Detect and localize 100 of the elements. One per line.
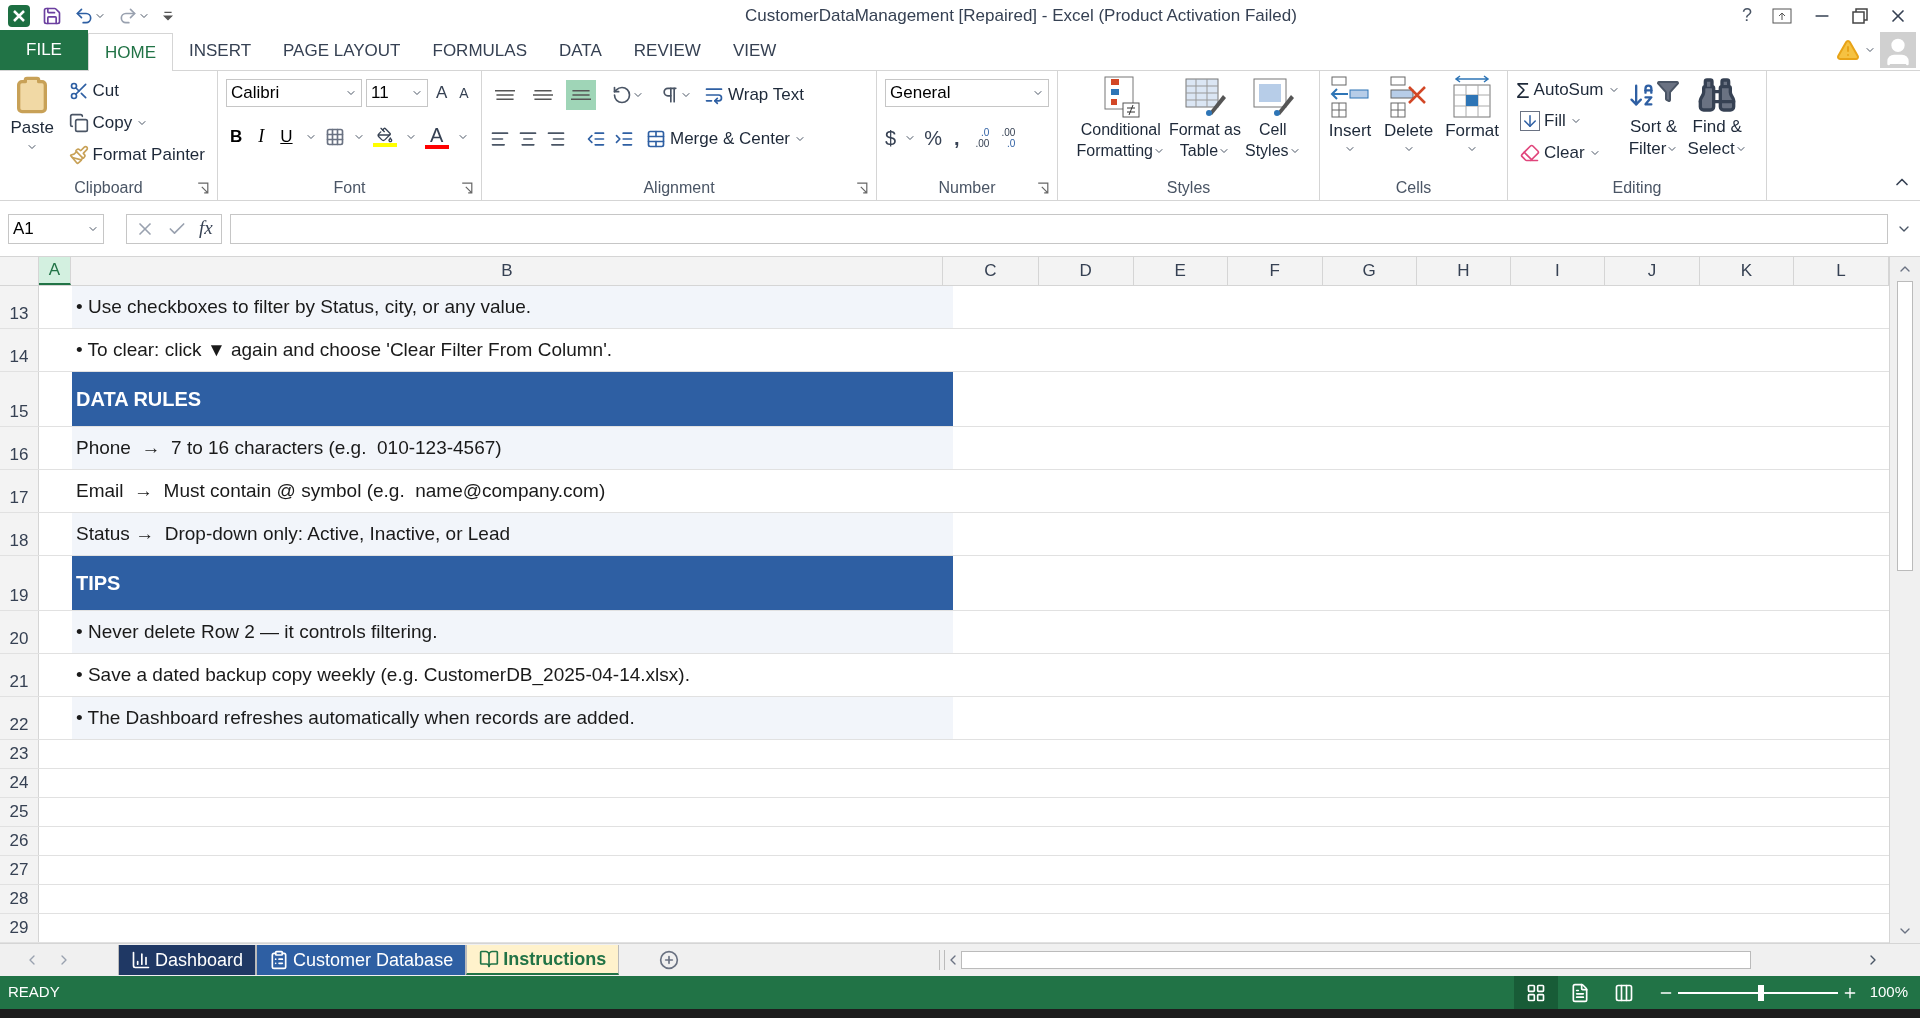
row-header[interactable]: 19 (0, 556, 39, 610)
format-painter-button[interactable]: Format Painter (64, 139, 209, 171)
font-color-button[interactable]: A (424, 124, 449, 149)
column-header[interactable]: G (1322, 257, 1417, 285)
orientation-icon[interactable] (612, 85, 632, 105)
cells-button[interactable]: Insert (1324, 75, 1376, 155)
column-header[interactable]: B (71, 257, 944, 285)
row-header[interactable]: 20 (0, 611, 39, 653)
dialog-launcher-icon[interactable] (461, 182, 473, 194)
ribbon-tab[interactable]: FORMULAS (416, 32, 543, 70)
scroll-thumb[interactable] (961, 951, 1752, 969)
vertical-align-button[interactable] (566, 80, 596, 110)
shrink-font-button[interactable]: A (455, 82, 473, 104)
row-header[interactable]: 14 (0, 329, 39, 371)
percent-button[interactable]: % (924, 123, 942, 153)
comma-button[interactable]: , (949, 123, 964, 153)
font-name-field[interactable]: Calibri (226, 79, 362, 107)
row-header[interactable]: 23 (0, 740, 39, 768)
row-header[interactable]: 17 (0, 470, 39, 512)
decrease-decimal-button[interactable]: .00 .0 (1001, 127, 1016, 149)
borders-icon[interactable] (324, 126, 345, 147)
column-header[interactable]: A (38, 257, 72, 285)
underline-button[interactable]: U (276, 123, 297, 150)
cells-button[interactable]: Delete (1380, 75, 1438, 155)
warning-icon[interactable] (1836, 38, 1860, 62)
sheet-tab[interactable]: Instructions (466, 945, 620, 975)
align-left-icon[interactable] (490, 129, 510, 149)
ribbon-tab[interactable]: REVIEW (617, 32, 717, 70)
row-header[interactable]: 28 (0, 885, 39, 913)
increase-indent-icon[interactable] (614, 129, 634, 149)
user-avatar-icon[interactable] (1880, 32, 1916, 68)
file-tab[interactable]: FILE (0, 30, 88, 70)
styles-button[interactable]: Format as Table (1166, 75, 1243, 161)
new-sheet-icon[interactable] (659, 950, 680, 970)
ribbon-tab[interactable]: VIEW (716, 32, 793, 70)
column-header[interactable]: K (1699, 257, 1794, 285)
column-header[interactable]: I (1510, 257, 1605, 285)
font-size-field[interactable]: 11 (366, 79, 428, 107)
styles-button[interactable]: Cell Styles (1242, 75, 1303, 161)
save-icon[interactable] (42, 5, 62, 26)
wrap-text-button[interactable]: Wrap Text (700, 79, 808, 111)
row-header[interactable]: 18 (0, 513, 39, 555)
scroll-thumb[interactable] (1897, 281, 1913, 571)
bold-button[interactable]: B (226, 123, 247, 150)
redo-icon[interactable] (118, 5, 138, 26)
zoom-thumb[interactable] (1757, 984, 1764, 1001)
row-header[interactable]: 29 (0, 914, 39, 942)
ribbon-tab[interactable]: DATA (543, 32, 618, 70)
ribbon-display-icon[interactable] (1772, 7, 1792, 24)
fill-color-icon[interactable] (372, 126, 397, 147)
row-header[interactable]: 13 (0, 286, 39, 328)
row-header[interactable]: 26 (0, 827, 39, 855)
row-header[interactable]: 22 (0, 697, 39, 739)
column-header[interactable]: H (1416, 257, 1511, 285)
sheet-tab[interactable]: Customer Database (256, 945, 467, 975)
formula-input[interactable] (229, 213, 1888, 244)
row-header[interactable]: 27 (0, 856, 39, 884)
align-right-icon[interactable] (546, 129, 566, 149)
customize-toolbar-icon[interactable] (162, 9, 174, 22)
number-format-field[interactable]: General (885, 79, 1049, 107)
row-header[interactable]: 21 (0, 654, 39, 696)
decrease-indent-icon[interactable] (586, 129, 606, 149)
merge-center-button[interactable]: Merge & Center (642, 123, 810, 155)
cells-button[interactable]: Format (1441, 75, 1503, 155)
currency-button[interactable]: $ (885, 123, 897, 153)
row-header[interactable]: 24 (0, 769, 39, 797)
name-box[interactable]: A1 (8, 213, 104, 244)
fill-button[interactable]: Fill (1516, 105, 1620, 137)
text-direction-icon[interactable] (660, 85, 680, 105)
ribbon-tab[interactable]: PAGE LAYOUT (267, 32, 417, 70)
zoom-percentage[interactable]: 100% (1857, 981, 1920, 1004)
cut-button[interactable]: Cut (64, 75, 209, 107)
restore-icon[interactable] (1852, 7, 1868, 24)
autosum-button[interactable]: Σ AutoSum (1516, 75, 1620, 105)
column-header[interactable]: F (1227, 257, 1323, 285)
row-header[interactable]: 25 (0, 798, 39, 826)
grow-font-button[interactable]: A (432, 80, 452, 106)
column-header[interactable]: E (1133, 257, 1228, 285)
ribbon-tab[interactable]: HOME (88, 33, 173, 71)
paste-button[interactable]: Paste (8, 75, 57, 171)
column-header[interactable]: D (1038, 257, 1134, 285)
find-select-button[interactable]: Find & Select (1687, 75, 1747, 169)
row-header[interactable]: 15 (0, 372, 39, 426)
copy-button[interactable]: Copy (64, 107, 209, 139)
sort-filter-button[interactable]: Sort & Filter (1627, 75, 1680, 169)
view-button[interactable] (1513, 976, 1558, 1009)
clear-button[interactable]: Clear (1516, 137, 1620, 169)
column-header[interactable]: J (1604, 257, 1700, 285)
dialog-launcher-icon[interactable] (197, 182, 209, 194)
italic-button[interactable]: I (254, 123, 269, 150)
ribbon-tab[interactable]: INSERT (173, 32, 268, 70)
increase-decimal-button[interactable]: .0 .00 (975, 127, 990, 149)
row-header[interactable]: 16 (0, 427, 39, 469)
styles-button[interactable]: Conditional Formatting (1074, 75, 1167, 161)
vertical-scrollbar[interactable] (1889, 257, 1920, 943)
help-button[interactable]: ? (1742, 2, 1752, 29)
dialog-launcher-icon[interactable] (1037, 182, 1049, 194)
dialog-launcher-icon[interactable] (856, 182, 868, 194)
sheet-tab[interactable]: Dashboard (118, 945, 257, 975)
undo-icon[interactable] (74, 5, 94, 26)
